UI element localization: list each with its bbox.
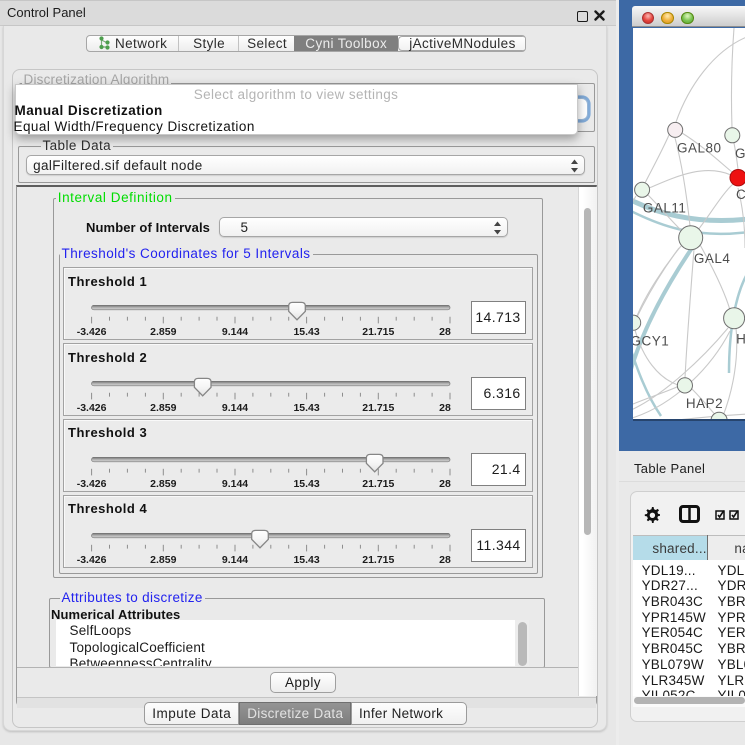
svg-text:C: C xyxy=(735,187,745,202)
svg-text:GAL4: GAL4 xyxy=(693,251,729,266)
svg-text:HAP2: HAP2 xyxy=(685,395,722,410)
svg-text:GAL11: GAL11 xyxy=(642,200,685,215)
svg-text:GCY1: GCY1 xyxy=(633,333,669,348)
svg-text:GAL80: GAL80 xyxy=(677,140,721,155)
svg-text:GA: GA xyxy=(734,146,745,161)
svg-text:H: H xyxy=(736,331,745,346)
